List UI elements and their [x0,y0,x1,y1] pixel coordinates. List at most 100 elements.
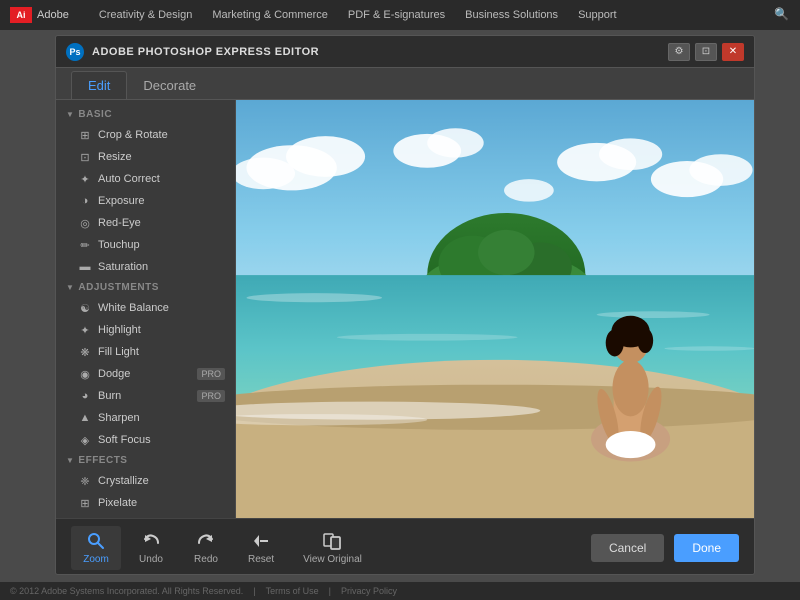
adobe-logo-text: Adobe [37,9,69,21]
sidebar-item-label: Resize [98,151,132,163]
touchup-icon: ✏ [78,238,92,252]
adobe-top-bar: Ai Adobe Creativity & Design Marketing &… [0,0,800,30]
section-adjustments-label: ADJUSTMENTS [78,282,159,293]
reset-icon [251,531,271,551]
exposure-icon: ◑ [78,194,92,208]
bottom-toolbar: Zoom Undo Redo [56,518,754,575]
sidebar-item-label: Sharpen [98,412,140,424]
zoom-label: Zoom [83,554,109,565]
app-icon-text: Ps [69,47,80,57]
cancel-button[interactable]: Cancel [591,534,664,562]
sidebar-item-exposure[interactable]: ◑ Exposure [56,190,235,212]
adobe-logo-icon: Ai [10,7,32,23]
view-original-label: View Original [303,554,362,565]
saturation-icon: ▬ [78,260,92,274]
window-title: ADOBE PHOTOSHOP EXPRESS EDITOR [92,46,319,58]
reset-tool-btn[interactable]: Reset [236,526,286,570]
sidebar-item-red-eye[interactable]: ◎ Red-Eye [56,212,235,234]
app-icon: Ps [66,43,84,61]
window-close-btn[interactable]: ✕ [722,43,744,61]
section-adjustments-header[interactable]: ▼ ADJUSTMENTS [56,278,235,297]
nav-marketing[interactable]: Marketing & Commerce [212,9,328,21]
adobe-nav: Creativity & Design Marketing & Commerce… [99,9,617,21]
sidebar-item-white-balance[interactable]: ☯ White Balance [56,297,235,319]
done-button[interactable]: Done [674,534,739,562]
main-window: Ps ADOBE PHOTOSHOP EXPRESS EDITOR ⚙ ⊡ ✕ … [55,35,755,575]
section-basic-label: BASIC [78,109,112,120]
sidebar-item-crop-rotate[interactable]: ⊞ Crop & Rotate [56,124,235,146]
footer-terms[interactable]: Terms of Use [266,586,319,596]
nav-business[interactable]: Business Solutions [465,9,558,21]
sidebar-item-label: Red-Eye [98,217,141,229]
sharpen-icon: ▲ [78,411,92,425]
footer-separator: | [253,586,255,596]
sidebar-item-label: Touchup [98,239,140,251]
sidebar-item-label: Exposure [98,195,144,207]
sidebar-item-label: White Balance [98,302,169,314]
sidebar-item-label: Burn [98,390,121,402]
fill-light-icon: ❋ [78,345,92,359]
burn-icon: ◕ [78,389,92,403]
sidebar-item-dodge[interactable]: ◉ Dodge PRO [56,363,235,385]
sidebar-item-fill-light[interactable]: ❋ Fill Light [56,341,235,363]
sidebar-item-soft-focus[interactable]: ◈ Soft Focus [56,429,235,451]
crystallize-icon: ❈ [78,474,92,488]
content-area: ▼ BASIC ⊞ Crop & Rotate ⊡ Resize ✦ Auto … [56,100,754,518]
window-view-btn[interactable]: ⊡ [695,43,717,61]
title-bar: Ps ADOBE PHOTOSHOP EXPRESS EDITOR ⚙ ⊡ ✕ [56,36,754,68]
crop-rotate-icon: ⊞ [78,128,92,142]
window-settings-btn[interactable]: ⚙ [668,43,690,61]
search-icon[interactable]: 🔍 [774,7,790,23]
sidebar-item-highlight[interactable]: ✦ Highlight [56,319,235,341]
nav-pdf[interactable]: PDF & E-signatures [348,9,445,21]
resize-icon: ⊡ [78,150,92,164]
reset-label: Reset [248,554,274,565]
sidebar-item-label: Dodge [98,368,130,380]
sidebar-item-label: Saturation [98,261,148,273]
redo-icon [196,531,216,551]
sidebar-item-label: Highlight [98,324,141,336]
sidebar-item-saturation[interactable]: ▬ Saturation [56,256,235,278]
view-original-tool-btn[interactable]: View Original [291,526,374,570]
soft-focus-icon: ◈ [78,433,92,447]
tab-decorate[interactable]: Decorate [127,72,212,99]
tab-edit[interactable]: Edit [71,71,127,99]
sidebar-item-burn[interactable]: ◕ Burn PRO [56,385,235,407]
sidebar-item-pop-color[interactable]: ◉ Pop Color [56,514,235,518]
auto-correct-icon: ✦ [78,172,92,186]
sidebar-item-crystallize[interactable]: ❈ Crystallize [56,470,235,492]
undo-tool-btn[interactable]: Undo [126,526,176,570]
adjustments-arrow-icon: ▼ [66,283,74,292]
undo-icon [141,531,161,551]
sidebar-item-resize[interactable]: ⊡ Resize [56,146,235,168]
sidebar-item-auto-correct[interactable]: ✦ Auto Correct [56,168,235,190]
tab-bar: Edit Decorate [56,68,754,100]
nav-creativity[interactable]: Creativity & Design [99,9,193,21]
sidebar-item-label: Crystallize [98,475,149,487]
effects-arrow-icon: ▼ [66,456,74,465]
zoom-tool-btn[interactable]: Zoom [71,526,121,570]
adobe-logo: Ai Adobe [10,7,69,23]
pixelate-icon: ⊞ [78,496,92,510]
highlight-icon: ✦ [78,323,92,337]
redo-tool-btn[interactable]: Redo [181,526,231,570]
section-effects-label: EFFECTS [78,455,127,466]
sidebar-item-pixelate[interactable]: ⊞ Pixelate [56,492,235,514]
beach-image [236,100,754,518]
sidebar-item-touchup[interactable]: ✏ Touchup [56,234,235,256]
dodge-badge: PRO [197,368,225,380]
image-container[interactable] [236,100,754,518]
sidebar-item-label: Crop & Rotate [98,129,168,141]
sidebar-item-sharpen[interactable]: ▲ Sharpen [56,407,235,429]
dodge-icon: ◉ [78,367,92,381]
section-basic-header[interactable]: ▼ BASIC [56,105,235,124]
window-controls: ⚙ ⊡ ✕ [668,43,744,61]
basic-arrow-icon: ▼ [66,110,74,119]
footer-privacy[interactable]: Privacy Policy [341,586,397,596]
section-effects-header[interactable]: ▼ EFFECTS [56,451,235,470]
image-area [236,100,754,518]
nav-support[interactable]: Support [578,9,617,21]
sidebar: ▼ BASIC ⊞ Crop & Rotate ⊡ Resize ✦ Auto … [56,100,236,518]
sidebar-item-label: Auto Correct [98,173,160,185]
view-original-icon [322,531,342,551]
